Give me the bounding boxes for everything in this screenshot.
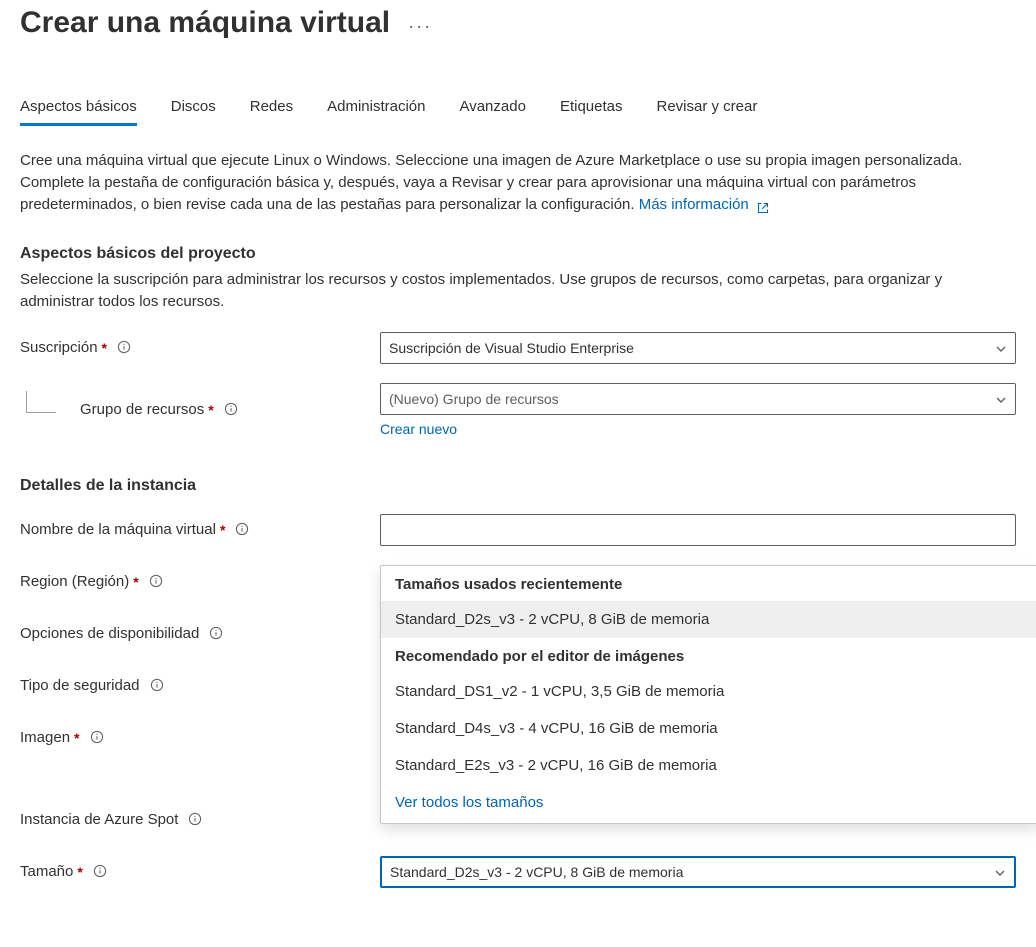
region-label: Region (Región)	[20, 573, 129, 590]
subscription-select[interactable]: Suscripción de Visual Studio Enterprise	[380, 332, 1016, 364]
tab-advanced[interactable]: Avanzado	[459, 98, 525, 125]
project-section-desc: Seleccione la suscripción para administr…	[20, 269, 1010, 313]
size-select[interactable]: Standard_D2s_v3 - 2 vCPU, 8 GiB de memor…	[380, 856, 1016, 888]
subscription-value: Suscripción de Visual Studio Enterprise	[389, 340, 995, 356]
intro-text: Cree una máquina virtual que ejecute Lin…	[20, 150, 1010, 215]
tab-admin[interactable]: Administración	[327, 98, 425, 125]
learn-more-label: Más información	[639, 196, 749, 213]
chevron-down-icon	[995, 393, 1007, 405]
required-marker: *	[102, 340, 107, 356]
info-icon[interactable]	[90, 730, 106, 746]
size-value: Standard_D2s_v3 - 2 vCPU, 8 GiB de memor…	[390, 864, 994, 880]
info-icon[interactable]	[93, 864, 109, 880]
availability-label: Opciones de disponibilidad	[20, 625, 199, 642]
size-option[interactable]: Standard_D2s_v3 - 2 vCPU, 8 GiB de memor…	[381, 601, 1036, 638]
size-option[interactable]: Standard_D4s_v3 - 4 vCPU, 16 GiB de memo…	[381, 710, 1036, 747]
required-marker: *	[208, 402, 213, 418]
resource-group-select[interactable]: (Nuevo) Grupo de recursos	[380, 383, 1016, 415]
size-option[interactable]: Standard_E2s_v3 - 2 vCPU, 16 GiB de memo…	[381, 747, 1036, 784]
intro-copy: Cree una máquina virtual que ejecute Lin…	[20, 152, 962, 213]
tab-basics[interactable]: Aspectos básicos	[20, 98, 137, 125]
info-icon[interactable]	[149, 574, 165, 590]
subscription-label: Suscripción	[20, 339, 98, 356]
info-icon[interactable]	[188, 812, 204, 828]
tab-tags[interactable]: Etiquetas	[560, 98, 623, 125]
create-new-resource-group-link[interactable]: Crear nuevo	[380, 421, 1016, 437]
required-marker: *	[133, 574, 138, 590]
project-section-title: Aspectos básicos del proyecto	[20, 245, 1016, 263]
external-link-icon	[757, 199, 769, 211]
chevron-down-icon	[995, 342, 1007, 354]
instance-section-title: Detalles de la instancia	[20, 477, 1016, 495]
size-dropdown-flyout: Tamaños usados recientemente Standard_D2…	[380, 565, 1036, 824]
page-title: Crear una máquina virtual	[20, 6, 390, 40]
size-option[interactable]: Standard_DS1_v2 - 1 vCPU, 3,5 GiB de mem…	[381, 673, 1036, 710]
vm-name-input-wrapper	[380, 514, 1016, 546]
image-label: Imagen	[20, 729, 70, 746]
required-marker: *	[220, 522, 225, 538]
indent-connector-icon	[26, 391, 56, 413]
tab-review-create[interactable]: Revisar y crear	[656, 98, 757, 125]
required-marker: *	[77, 864, 82, 880]
vm-name-input[interactable]	[389, 521, 1007, 539]
info-icon[interactable]	[224, 402, 240, 418]
learn-more-link[interactable]: Más información	[639, 196, 769, 213]
vm-name-label: Nombre de la máquina virtual	[20, 521, 216, 538]
chevron-down-icon	[994, 866, 1006, 878]
see-all-sizes-link[interactable]: Ver todos los tamaños	[381, 784, 1036, 817]
resource-group-label: Grupo de recursos	[80, 401, 204, 418]
size-group-recent-header: Tamaños usados recientemente	[381, 566, 1036, 601]
security-type-label: Tipo de seguridad	[20, 677, 140, 694]
size-label: Tamaño	[20, 863, 73, 880]
info-icon[interactable]	[235, 522, 251, 538]
required-marker: *	[74, 730, 79, 746]
tab-disks[interactable]: Discos	[171, 98, 216, 125]
more-actions-button[interactable]: ···	[408, 16, 432, 37]
tabs-bar: Aspectos básicos Discos Redes Administra…	[20, 98, 1016, 126]
info-icon[interactable]	[117, 340, 133, 356]
spot-instance-label: Instancia de Azure Spot	[20, 811, 178, 828]
info-icon[interactable]	[150, 678, 166, 694]
resource-group-placeholder: (Nuevo) Grupo de recursos	[389, 391, 995, 407]
size-group-recommended-header: Recomendado por el editor de imágenes	[381, 638, 1036, 673]
info-icon[interactable]	[209, 626, 225, 642]
tab-networks[interactable]: Redes	[250, 98, 293, 125]
